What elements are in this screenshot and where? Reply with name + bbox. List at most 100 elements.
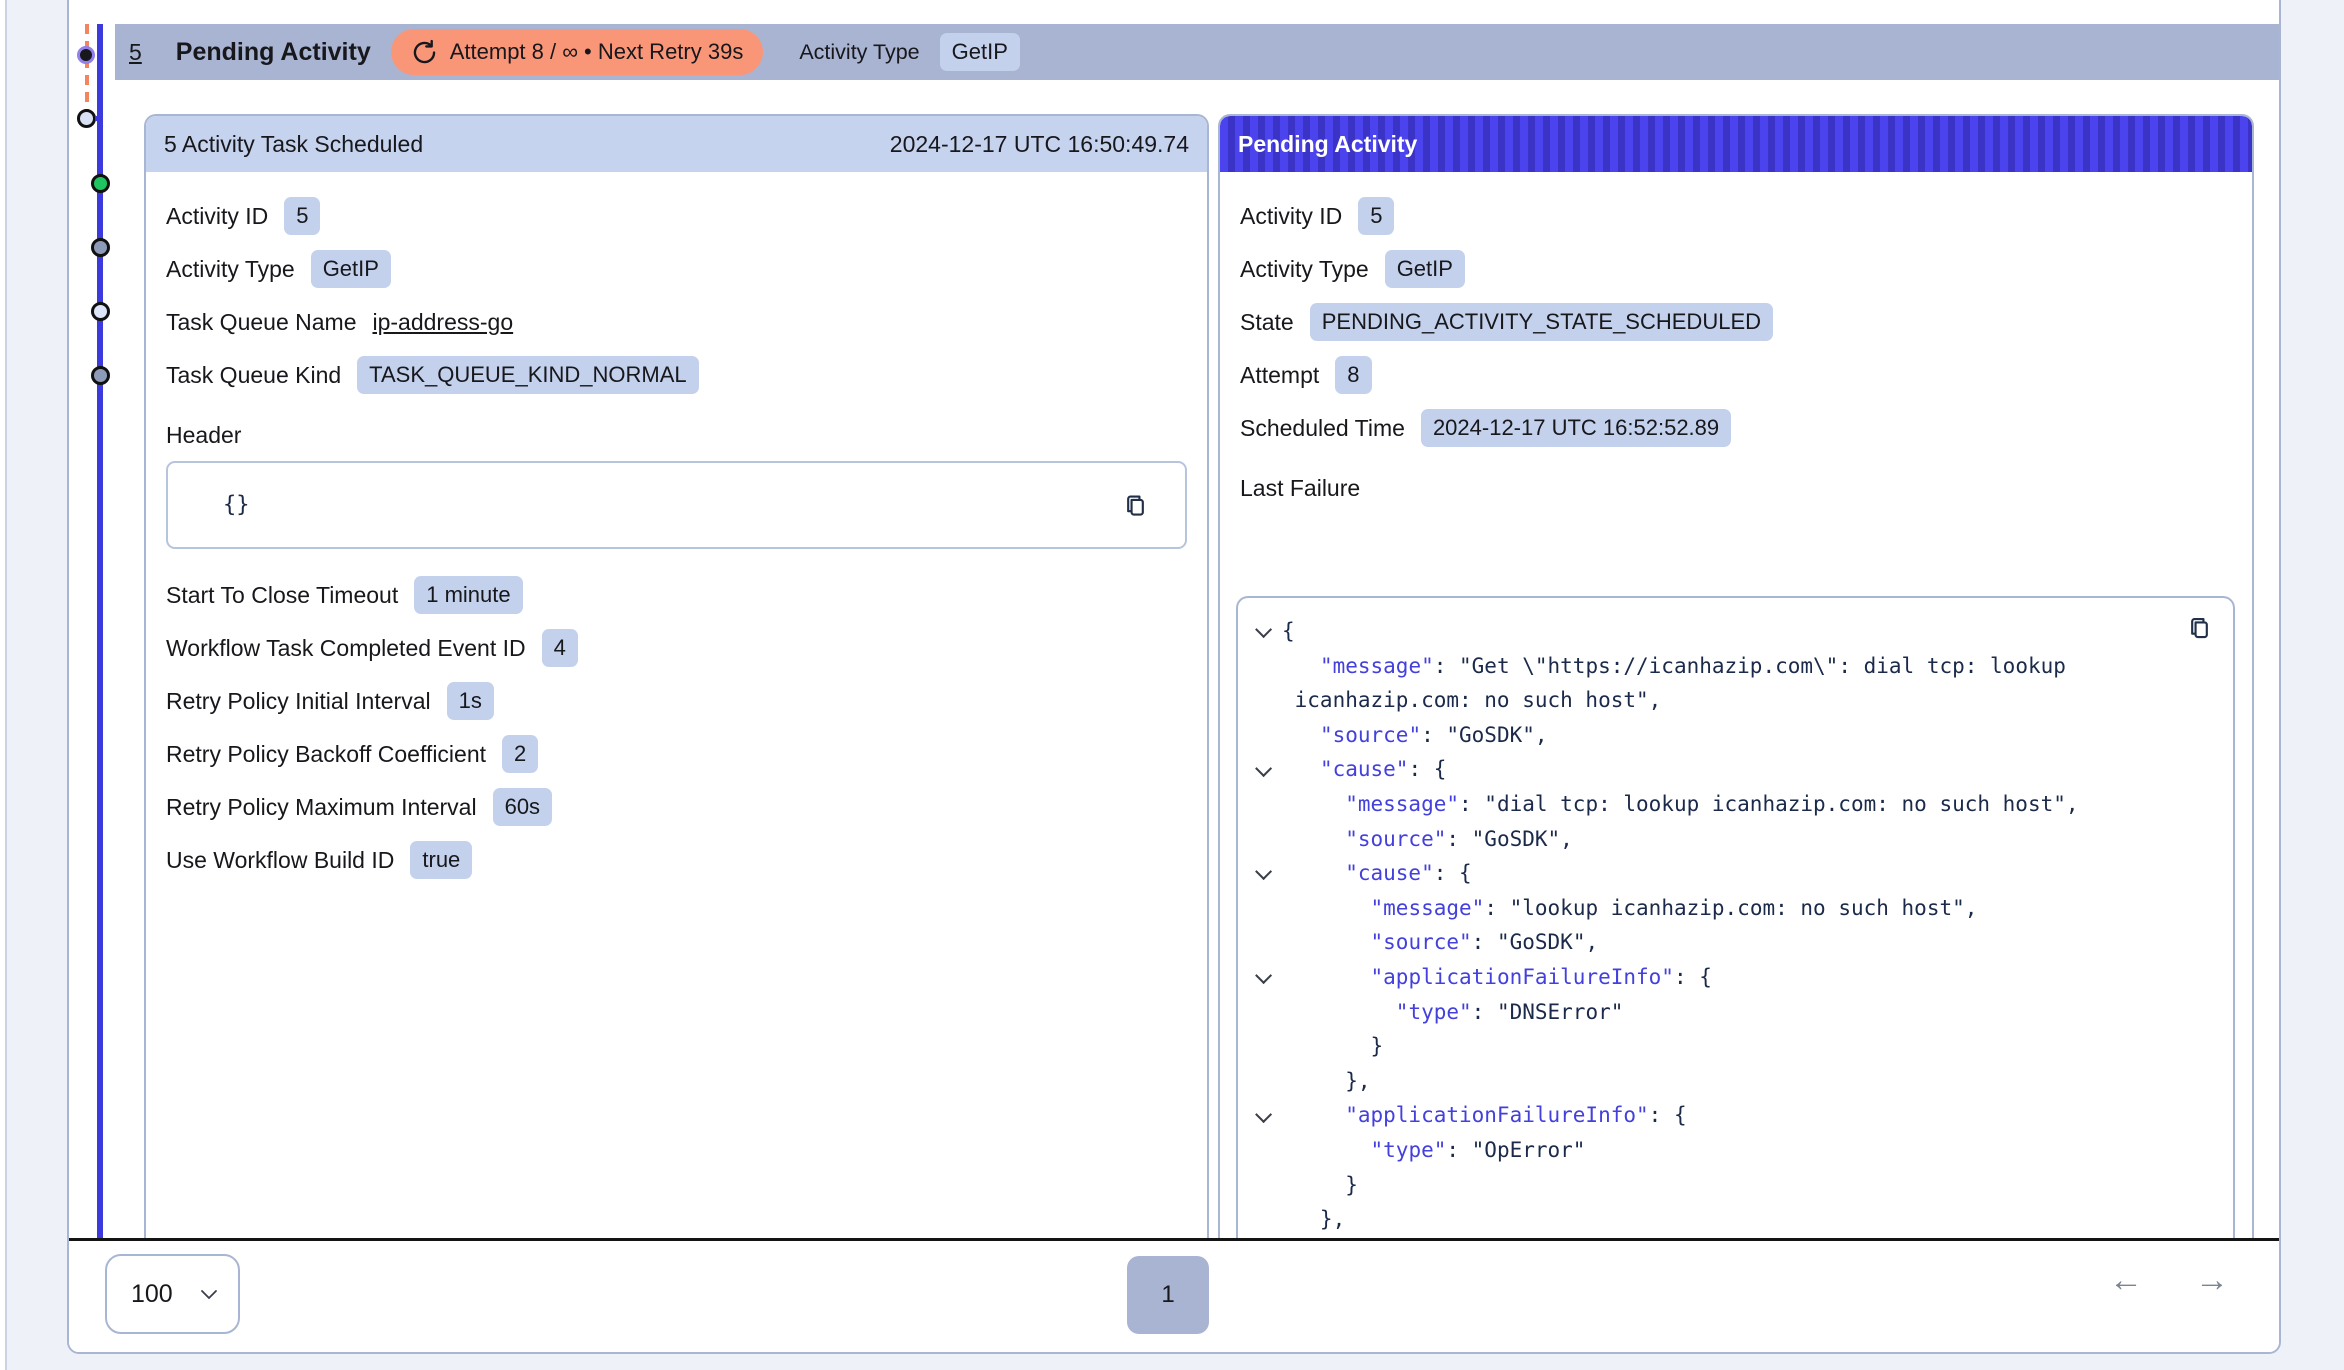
task-queue-link[interactable]: ip-address-go <box>372 309 513 336</box>
right-panel-body: Activity ID5Activity TypeGetIPStatePENDI… <box>1220 172 2252 1238</box>
field-label: Start To Close Timeout <box>166 582 398 609</box>
timeline-dot-connector <box>95 116 103 121</box>
code-text: "cause": { <box>1282 856 1472 891</box>
last-failure-label: Last Failure <box>1240 475 2232 502</box>
json-key: "source" <box>1320 723 1421 747</box>
copy-icon <box>2186 614 2213 641</box>
code-text: }, <box>1282 1064 1371 1099</box>
copy-button[interactable] <box>2186 614 2213 641</box>
page-number: 1 <box>1161 1281 1174 1309</box>
code-gutter <box>1248 891 1282 926</box>
json-key: "message" <box>1320 654 1434 678</box>
chevron-down-icon <box>1255 1106 1272 1123</box>
left-fields-bottom: Start To Close Timeout 1 minute Workflow T… <box>166 563 1187 893</box>
collapse-toggle[interactable] <box>1248 1098 1282 1133</box>
field-value-badge: 4 <box>542 629 578 667</box>
field-value-badge: 8 <box>1335 356 1371 394</box>
code-text: "message": "lookup icanhazip.com: no suc… <box>1282 891 1977 926</box>
code-text: "cause": { <box>1282 752 1446 787</box>
code-line: } <box>1248 1029 2223 1064</box>
code-line: "source": "GoSDK", <box>1248 925 2223 960</box>
left-panel-title: 5 Activity Task Scheduled <box>164 131 423 158</box>
json-key: "type" <box>1396 1000 1472 1024</box>
page-size-select[interactable]: 100 <box>105 1254 240 1334</box>
collapse-toggle[interactable] <box>1248 856 1282 891</box>
field-row: Retry Policy Backoff Coefficient 2 <box>166 734 1187 774</box>
activity-task-scheduled-panel: 5 Activity Task Scheduled 2024-12-17 UTC… <box>144 114 1209 1238</box>
json-key: "applicationFailureInfo" <box>1371 965 1674 989</box>
code-text: } <box>1282 1168 1358 1203</box>
code-text: "message": "dial tcp: lookup icanhazip.c… <box>1282 787 2079 822</box>
code-line: "source": "GoSDK", <box>1248 718 2223 753</box>
field-value-badge: GetIP <box>311 250 391 288</box>
copy-button[interactable] <box>1122 492 1149 519</box>
header-payload-box: {} <box>166 461 1187 549</box>
code-text: "message": "Get \"https://icanhazip.com\… <box>1282 649 2066 684</box>
field-label: Use Workflow Build ID <box>166 847 394 874</box>
left-panel-timestamp: 2024-12-17 UTC 16:50:49.74 <box>890 131 1189 158</box>
field-label: Attempt <box>1240 362 1319 389</box>
code-text: }, <box>1282 1202 1345 1237</box>
timeline-event-dot <box>77 109 96 128</box>
code-line: "message": "lookup icanhazip.com: no suc… <box>1248 891 2223 926</box>
code-text: "source": "GoSDK", <box>1282 925 1598 960</box>
field-label: Retry Policy Initial Interval <box>166 688 431 715</box>
code-line: "source": "GoSDK", <box>1248 822 2223 857</box>
field-label: Scheduled Time <box>1240 415 1405 442</box>
json-code-content: { "message": "Get \"https://icanhazip.co… <box>1238 598 2233 1238</box>
header-section-label: Header <box>166 422 1187 449</box>
code-gutter <box>1248 683 1282 718</box>
field-label: Activity ID <box>1240 203 1342 230</box>
left-panel-body: Activity ID5Activity TypeGetIPTask Queue… <box>146 172 1207 1238</box>
code-line: "applicationFailureInfo": { <box>1248 960 2223 995</box>
code-text: "source": "GoSDK", <box>1282 822 1573 857</box>
field-value-badge: TASK_QUEUE_KIND_NORMAL <box>357 356 698 394</box>
collapse-toggle[interactable] <box>1248 960 1282 995</box>
field-label: Retry Policy Backoff Coefficient <box>166 741 486 768</box>
field-row: Workflow Task Completed Event ID4 <box>166 628 1187 668</box>
code-gutter <box>1248 1064 1282 1099</box>
code-line: "type": "DNSError" <box>1248 995 2223 1030</box>
field-row: Start To Close Timeout 1 minute <box>166 575 1187 615</box>
timeline-retry-dashed-line <box>85 24 89 112</box>
event-group-header-row[interactable]: 5 Pending Activity Attempt 8 / ∞ • Next … <box>115 24 2279 80</box>
code-gutter <box>1248 925 1282 960</box>
code-gutter <box>1248 787 1282 822</box>
right-fields: Activity ID5Activity TypeGetIPStatePENDI… <box>1240 184 2232 461</box>
right-panel-header: Pending Activity <box>1220 116 2252 172</box>
field-row: Attempt 8 <box>1240 355 2232 395</box>
field-row: StatePENDING_ACTIVITY_STATE_SCHEDULED <box>1240 302 2232 342</box>
previous-page-arrow[interactable]: ← <box>2109 1263 2143 1297</box>
header-payload-content: {} <box>223 493 250 518</box>
page-size-value: 100 <box>131 1280 173 1309</box>
collapse-toggle[interactable] <box>1248 614 1282 649</box>
json-key: "message" <box>1371 896 1485 920</box>
next-page-arrow[interactable]: → <box>2195 1263 2229 1297</box>
code-line: { <box>1248 614 2223 649</box>
field-row: Activity ID5 <box>166 196 1187 236</box>
event-title: Pending Activity <box>176 38 371 67</box>
right-panel-title: Pending Activity <box>1238 131 1417 158</box>
field-row: Task Queue KindTASK_QUEUE_KIND_NORMAL <box>166 355 1187 395</box>
code-line: }, <box>1248 1064 2223 1099</box>
field-row: Use Workflow Build IDtrue <box>166 840 1187 880</box>
left-panel-header: 5 Activity Task Scheduled 2024-12-17 UTC… <box>146 116 1207 172</box>
copy-icon <box>1122 492 1149 519</box>
json-key: "source" <box>1345 827 1446 851</box>
field-value-badge: 2 <box>502 735 538 773</box>
code-gutter <box>1248 1202 1282 1237</box>
field-label: Activity Type <box>1240 256 1369 283</box>
page-1-button[interactable]: 1 <box>1127 1256 1209 1334</box>
code-line: }, <box>1248 1202 2223 1237</box>
field-value-badge: PENDING_ACTIVITY_STATE_SCHEDULED <box>1310 303 1773 341</box>
workflow-events-card: 5 Pending Activity Attempt 8 / ∞ • Next … <box>67 0 2281 1354</box>
field-row: Scheduled Time2024-12-17 UTC 16:52:52.89 <box>1240 408 2232 448</box>
code-gutter <box>1248 1133 1282 1168</box>
pagination-footer: 100 1 ← → <box>69 1241 2279 1352</box>
field-value-badge: 1 minute <box>414 576 522 614</box>
json-key: "cause" <box>1345 861 1434 885</box>
timeline-event-dot <box>91 238 110 257</box>
code-line: "cause": { <box>1248 856 2223 891</box>
json-key: "cause" <box>1320 757 1409 781</box>
collapse-toggle[interactable] <box>1248 752 1282 787</box>
